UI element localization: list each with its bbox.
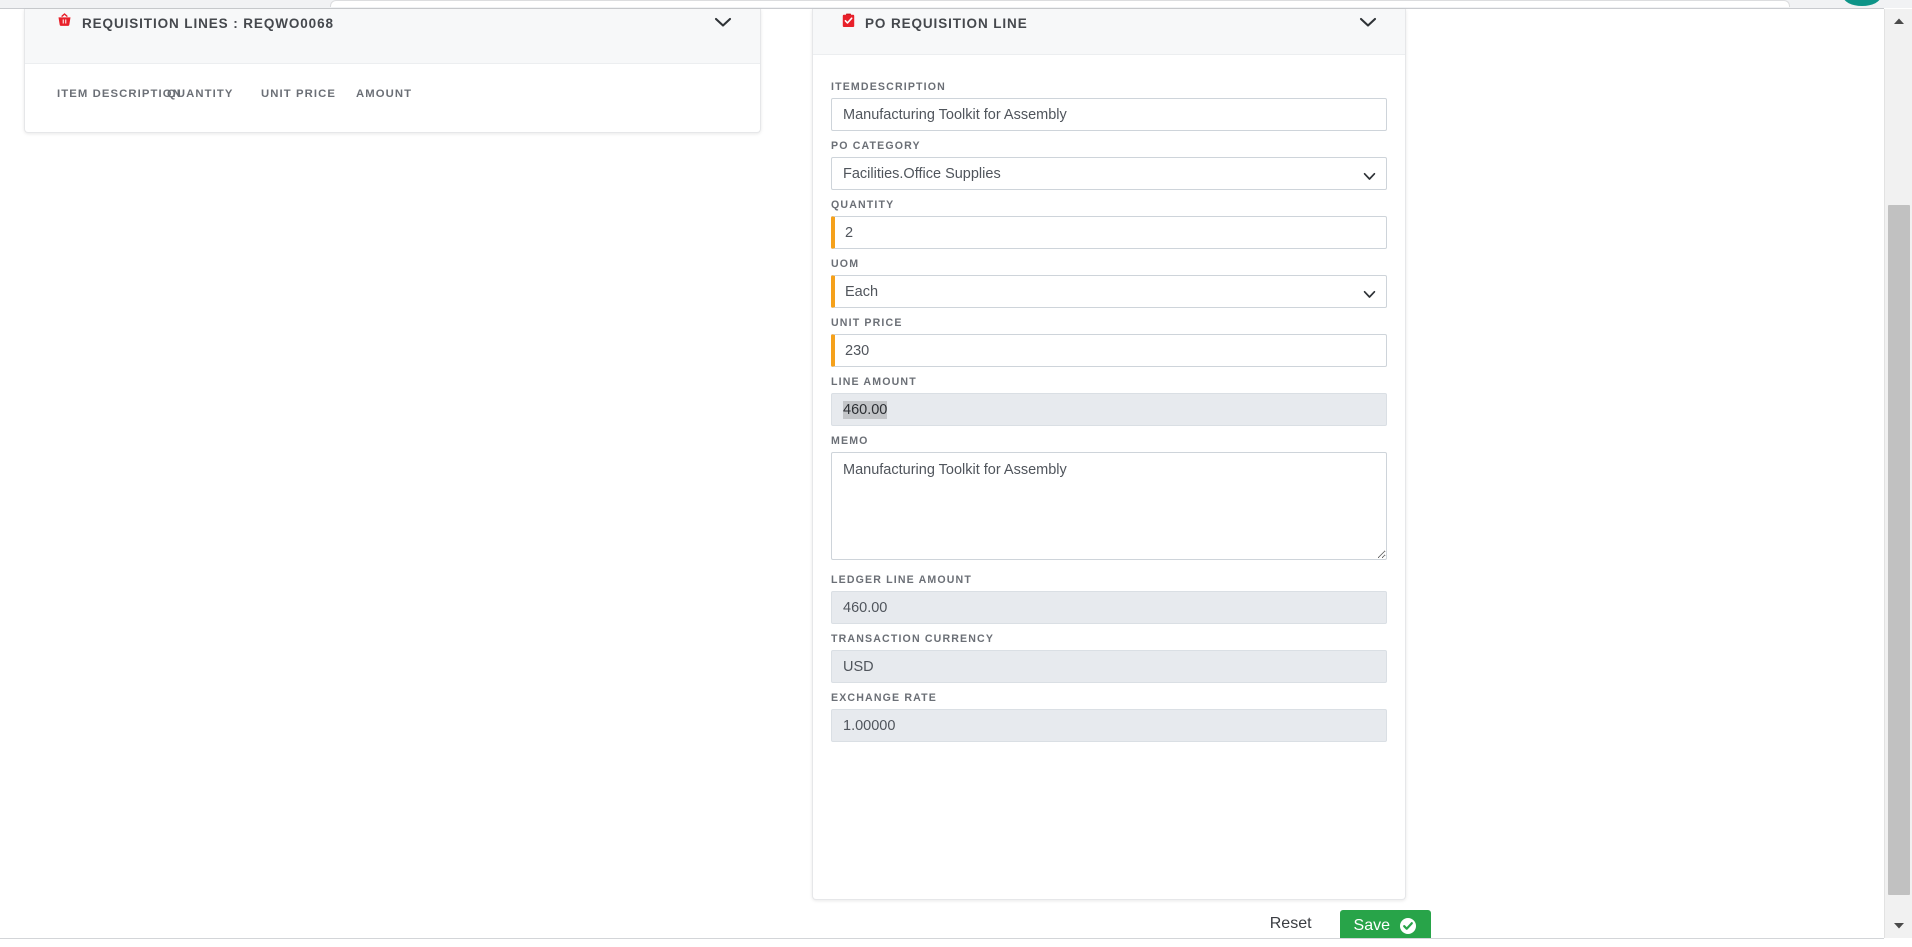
check-circle-icon: [1399, 917, 1417, 935]
memo-textarea[interactable]: Manufacturing Toolkit for Assembly: [831, 452, 1387, 560]
shopping-basket-icon: [57, 13, 72, 33]
requisition-lines-title: REQUISITION LINES : REQWO0068: [82, 15, 334, 31]
field-po-category: PO CATEGORY: [831, 140, 1387, 190]
requisition-lines-column-headers: ITEM DESCRIPTION QUANTITY UNIT PRICE AMO…: [25, 88, 760, 100]
field-ledger-line-amount: LEDGER LINE AMOUNT 460.00: [831, 574, 1387, 624]
line-amount-value: 460.00: [843, 400, 888, 419]
po-requisition-line-card-header: PO REQUISITION LINE: [813, 9, 1405, 55]
field-memo: MEMO Manufacturing Toolkit for Assembly: [831, 435, 1387, 565]
item-description-input[interactable]: [831, 98, 1387, 131]
field-line-amount: LINE AMOUNT 460.00: [831, 376, 1387, 426]
transaction-currency-readonly: USD: [831, 650, 1387, 683]
scroll-up-arrow-icon[interactable]: [1885, 9, 1912, 33]
label-po-category: PO CATEGORY: [831, 140, 921, 152]
column-header-unit-price: UNIT PRICE: [261, 88, 337, 100]
uom-select[interactable]: [831, 275, 1387, 308]
requisition-lines-table: ITEM DESCRIPTION QUANTITY UNIT PRICE AMO…: [25, 64, 760, 100]
requisition-lines-card-header: REQUISITION LINES : REQWO0068: [25, 9, 760, 64]
label-ledger-line-amount: LEDGER LINE AMOUNT: [831, 574, 972, 586]
reset-button[interactable]: Reset: [1262, 911, 1320, 937]
save-button[interactable]: Save: [1339, 909, 1431, 942]
save-button-label: Save: [1353, 916, 1390, 934]
column-header-quantity: QUANTITY: [167, 88, 234, 100]
quantity-input[interactable]: [831, 216, 1387, 249]
transaction-currency-value: USD: [843, 658, 874, 675]
scroll-down-arrow-icon[interactable]: [1885, 914, 1912, 938]
browser-chrome-sliver: [0, 0, 1912, 8]
clipboard-check-icon: [841, 13, 856, 33]
po-requisition-line-title: PO REQUISITION LINE: [865, 15, 1028, 31]
po-requisition-line-form: ITEMDESCRIPTION PO CATEGORY: [813, 55, 1405, 771]
line-amount-readonly: 460.00: [831, 393, 1387, 426]
field-uom: UOM: [831, 258, 1387, 308]
field-item-description: ITEMDESCRIPTION: [831, 81, 1387, 131]
label-line-amount: LINE AMOUNT: [831, 376, 917, 388]
exchange-rate-readonly: 1.00000: [831, 709, 1387, 742]
label-item-description: ITEMDESCRIPTION: [831, 81, 946, 93]
label-memo: MEMO: [831, 435, 869, 447]
label-quantity: QUANTITY: [831, 199, 895, 211]
requisition-lines-collapse-chevron-down-icon[interactable]: [712, 15, 734, 29]
ledger-line-amount-readonly: 460.00: [831, 591, 1387, 624]
form-action-bar: Reset Save: [0, 909, 1884, 942]
column-header-item-description: ITEM DESCRIPTION: [57, 88, 182, 100]
label-transaction-currency: TRANSACTION CURRENCY: [831, 633, 995, 645]
vertical-scrollbar[interactable]: [1884, 9, 1912, 938]
label-unit-price: UNIT PRICE: [831, 317, 903, 329]
field-quantity: QUANTITY: [831, 199, 1387, 249]
vertical-scrollbar-thumb[interactable]: [1888, 205, 1910, 895]
ledger-line-amount-value: 460.00: [843, 599, 888, 616]
page-bottom-divider: [0, 938, 1884, 947]
label-uom: UOM: [831, 258, 860, 270]
page-content: REQUISITION LINES : REQWO0068 ITEM DESCR…: [0, 9, 1884, 947]
po-category-select[interactable]: [831, 157, 1387, 190]
field-unit-price: UNIT PRICE: [831, 317, 1387, 367]
field-exchange-rate: EXCHANGE RATE 1.00000: [831, 692, 1387, 742]
label-exchange-rate: EXCHANGE RATE: [831, 692, 937, 704]
po-requisition-line-card: PO REQUISITION LINE ITEMDESCRIPTION PO C…: [812, 9, 1406, 900]
browser-tab-sliver[interactable]: [330, 0, 1790, 7]
field-transaction-currency: TRANSACTION CURRENCY USD: [831, 633, 1387, 683]
column-header-amount: AMOUNT: [356, 88, 413, 100]
unit-price-input[interactable]: [831, 334, 1387, 367]
exchange-rate-value: 1.00000: [843, 717, 896, 734]
requisition-lines-card: REQUISITION LINES : REQWO0068 ITEM DESCR…: [24, 9, 761, 133]
po-requisition-line-collapse-chevron-down-icon[interactable]: [1357, 15, 1379, 29]
